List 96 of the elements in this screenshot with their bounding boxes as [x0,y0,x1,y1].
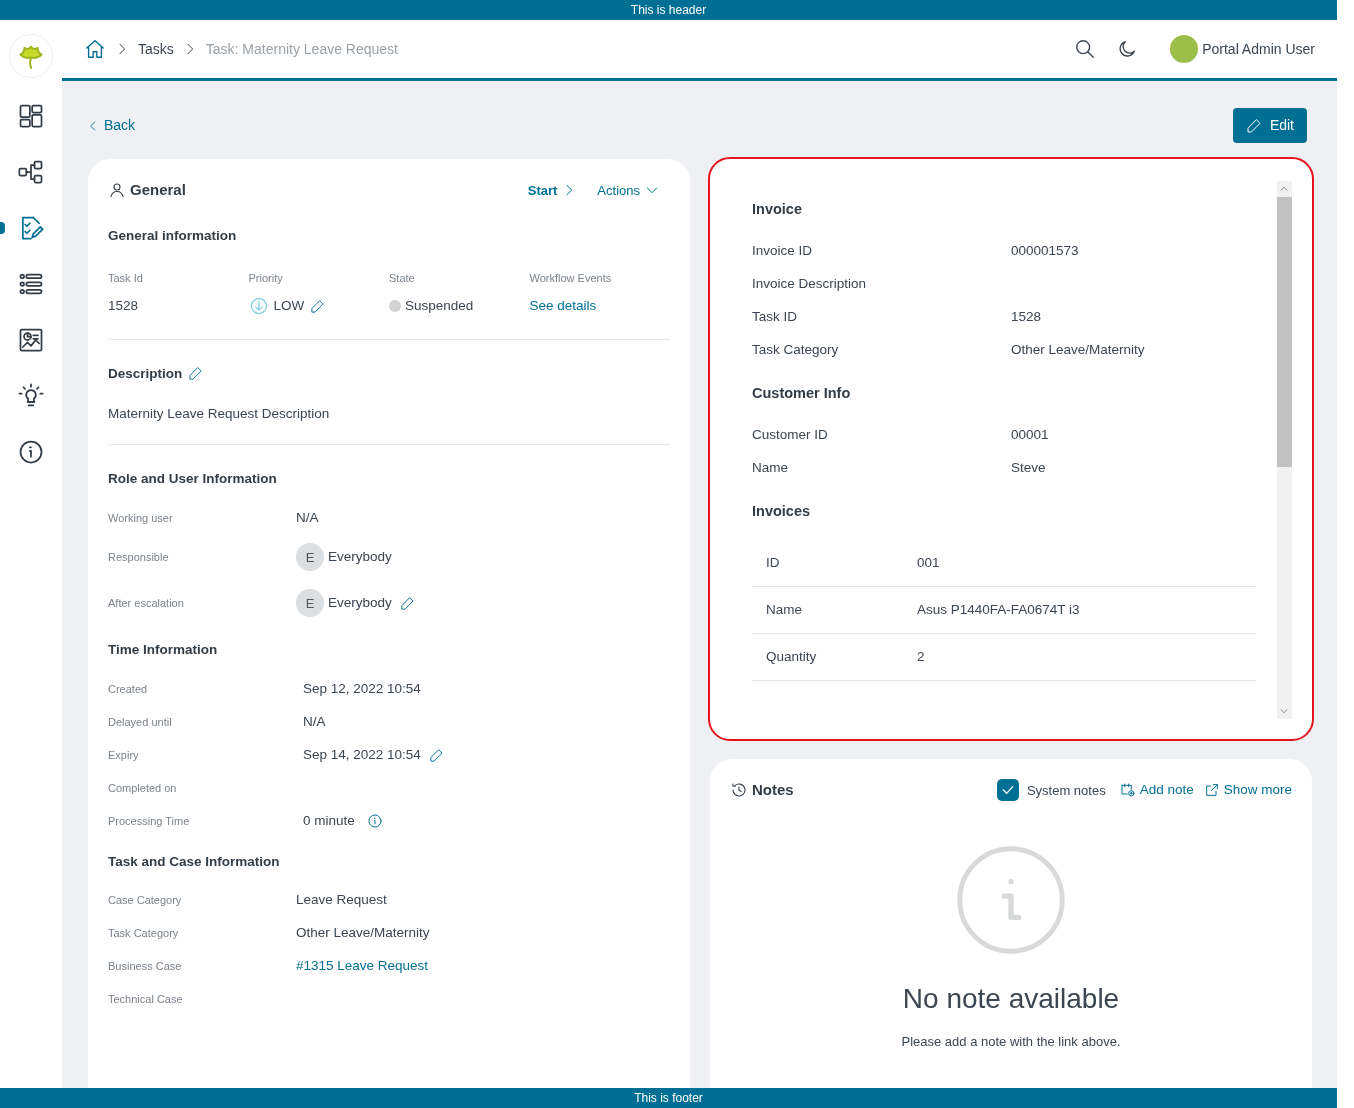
external-link-icon [1203,782,1220,799]
breadcrumb-item[interactable]: Tasks [138,38,174,60]
pencil-icon [1245,117,1262,134]
scrollbar-thumb[interactable] [1277,197,1292,467]
user-name[interactable]: Portal Admin User [1202,38,1315,60]
field-value: 0 minute [303,811,355,830]
field-value: 1528 [108,297,139,316]
field-label: Priority [248,270,284,286]
card-title: General [130,180,186,200]
field-label: Quantity [766,648,818,667]
field-value: Other Leave/Maternity [296,924,430,943]
start-link[interactable]: Start [527,180,578,200]
add-note-link[interactable]: Add note [1119,780,1194,801]
field-label: Invoice ID [752,242,814,261]
section-heading: General information [108,226,238,245]
pencil-icon[interactable] [310,298,326,314]
system-notes-checkbox[interactable] [996,779,1019,802]
field-label: Customer ID [752,425,829,444]
back-link[interactable]: Back [86,115,136,136]
field-value: Asus P1440FA-FA0674T i3 [917,601,1080,620]
pencil-icon[interactable] [188,366,204,382]
field-label: Task ID [752,308,798,327]
arrow-down-circle-icon [248,296,269,317]
state-value: Suspended [405,297,474,316]
field-label: Task Category [752,341,840,360]
card-title: Notes [752,780,794,800]
dashboard-icon [17,102,45,130]
scrollbar[interactable] [1277,181,1292,719]
history-icon [730,781,748,800]
field-label: Delayed until [108,714,173,730]
case-link[interactable]: #1315 Leave Request [296,956,429,977]
field-label: State [389,270,416,286]
actions-dropdown[interactable]: Actions [597,180,660,200]
footer-banner: This is footer [0,1088,1337,1108]
info-icon[interactable] [366,813,383,829]
field-label: Workflow Events [529,270,613,286]
header-banner: This is header [0,0,1337,20]
calendar-plus-icon [1119,782,1136,799]
field-label: Task Id [108,270,144,286]
search-icon[interactable] [1074,38,1097,60]
field-value: Sep 14, 2022 10:54 [303,745,421,764]
field-label: Business Case [108,959,183,974]
user-name: Everybody [328,594,392,613]
user-initial-avatar: E [296,589,324,618]
details-link[interactable]: See details [529,296,597,317]
show-more-link[interactable]: Show more [1203,780,1292,801]
pencil-icon[interactable] [428,747,444,763]
field-label: Invoice Description [752,275,868,294]
empty-title: No note available [902,981,1120,1016]
section-heading: Description [108,364,183,383]
section-heading: Task and Case Information [108,852,281,871]
field-value: Steve [1011,458,1046,477]
chart-report-icon [17,326,45,354]
field-label: Expiry [108,747,140,763]
field-label: Responsible [108,550,170,565]
field-label: Processing Time [108,813,191,829]
field-value: 000001573 [1011,242,1079,261]
section-heading: Invoices [752,501,812,521]
field-label: Created [108,681,149,697]
field-value: Sep 12, 2022 10:54 [303,679,421,698]
field-label: Name [766,601,803,620]
section-heading: Customer Info [752,383,852,403]
field-label: Task Category [108,926,180,941]
user-initial-avatar: E [296,543,324,572]
description-text: Maternity Leave Request Description [108,404,331,423]
home-icon[interactable] [84,38,106,60]
empty-message: Please add a note with the link above. [901,1032,1121,1051]
field-value: 001 [917,554,940,573]
field-label: Working user [108,510,174,526]
field-label: After escalation [108,596,185,611]
flowchart-icon [17,158,45,186]
user-name: Everybody [328,548,392,567]
section-heading: Invoice [752,200,803,219]
edit-button[interactable]: Edit [1232,108,1307,143]
field-value: 00001 [1011,425,1049,444]
pencil-icon[interactable] [399,595,415,611]
info-icon [17,438,45,466]
field-value: N/A [296,508,319,527]
field-value: N/A [303,712,326,731]
field-label: Name [752,458,789,477]
section-heading: Role and User Information [108,470,278,488]
avatar [1170,35,1199,63]
field-value: Leave Request [296,891,387,910]
field-value: Other Leave/Maternity [1011,341,1145,360]
priority-value: LOW [273,297,305,316]
field-value: 1528 [1011,308,1042,327]
checkbox-label: System notes [1026,781,1106,800]
field-label: Technical Case [108,992,184,1007]
field-label: Completed on [108,780,178,796]
field-label: ID [766,554,781,573]
breadcrumb-item: Task: Maternity Leave Request [205,39,398,59]
field-label: Case Category [108,893,183,908]
person-icon [108,181,126,200]
state-dot [389,300,401,313]
field-value: 2 [917,648,925,667]
section-heading: Time Information [108,641,219,660]
